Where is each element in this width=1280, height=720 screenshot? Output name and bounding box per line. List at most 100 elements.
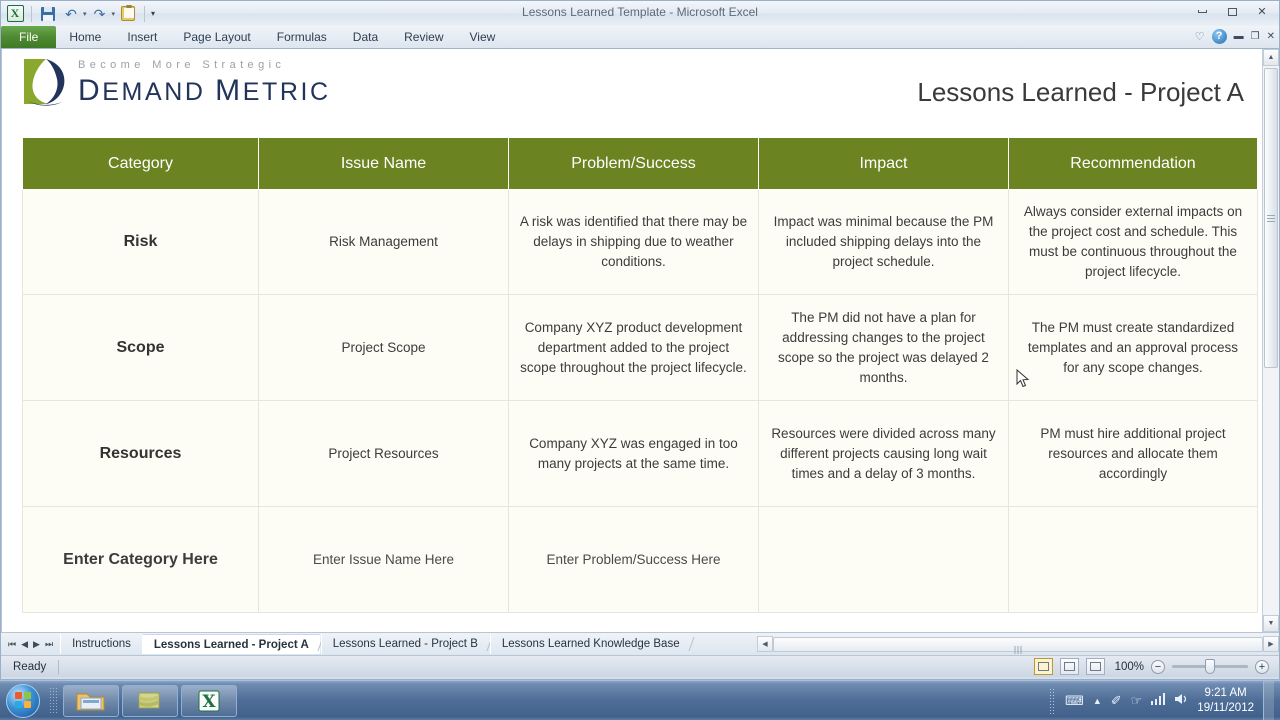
next-sheet-icon[interactable]: ▶	[33, 639, 40, 650]
cell-impact[interactable]	[758, 506, 1009, 613]
network-icon[interactable]	[1151, 693, 1166, 708]
logo-text: Become More Strategic DEMAND METRIC	[78, 59, 331, 108]
ribbon-tab-view[interactable]: View	[457, 26, 509, 48]
zoom-slider-handle[interactable]	[1205, 659, 1215, 674]
show-desktop-button[interactable]	[1263, 680, 1274, 720]
column-header-category[interactable]: Category	[22, 137, 259, 190]
notes-icon	[138, 692, 160, 708]
tray-divider	[1049, 687, 1057, 714]
zoom-out-button[interactable]: −	[1151, 659, 1165, 674]
clock-date: 19/11/2012	[1197, 701, 1254, 714]
chevron-up-icon: ▲	[1267, 54, 1275, 61]
action-center-icon[interactable]: ☞	[1131, 693, 1143, 709]
cell-problem-success[interactable]: Enter Problem/Success Here	[508, 506, 759, 613]
cell-recommendation[interactable]: Always consider external impacts on the …	[1008, 189, 1258, 295]
ribbon-tab-insert[interactable]: Insert	[114, 26, 170, 48]
view-normal-button[interactable]	[1034, 658, 1053, 675]
close-workbook-icon[interactable]: ✕	[1267, 31, 1275, 42]
help-icon[interactable]: ?	[1211, 29, 1227, 44]
page-break-icon	[1090, 662, 1101, 671]
cell-category[interactable]: Scope	[22, 294, 259, 401]
restore-icon	[1227, 7, 1237, 16]
sheet-tab-knowledge-base[interactable]: Lessons Learned Knowledge Base	[489, 634, 691, 654]
system-tray: ⌨ ▲ ✐ ☞ 9:21 AM 19/11/2012	[1049, 680, 1280, 720]
view-page-break-button[interactable]	[1086, 658, 1105, 675]
vertical-scrollbar[interactable]: ▲ ▼	[1262, 49, 1279, 632]
zoom-level[interactable]: 100%	[1112, 661, 1144, 673]
keyboard-icon[interactable]: ⌨	[1065, 693, 1084, 709]
normal-view-icon	[1038, 662, 1049, 671]
column-header-problem-success[interactable]: Problem/Success	[508, 137, 759, 190]
cell-impact[interactable]: Impact was minimal because the PM includ…	[758, 189, 1009, 295]
first-sheet-icon[interactable]: ⏮	[8, 639, 16, 650]
demand-metric-logo: Become More Strategic DEMAND METRIC	[22, 57, 331, 108]
view-page-layout-button[interactable]	[1060, 658, 1079, 675]
horizontal-scrollbar-thumb[interactable]	[773, 636, 1263, 654]
excel-window: X ↶ ▾ ↷ ▾ ▾ Lessons Learned Template - M…	[0, 0, 1280, 680]
scroll-up-button[interactable]: ▲	[1263, 49, 1279, 66]
ribbon-tab-data[interactable]: Data	[340, 26, 391, 48]
ribbon-tab-file[interactable]: File	[1, 26, 57, 48]
taskbar-item-sticky-notes[interactable]	[122, 684, 178, 717]
cell-problem-success[interactable]: A risk was identified that there may be …	[508, 189, 759, 295]
column-header-recommendation[interactable]: Recommendation	[1008, 137, 1258, 190]
zoom-slider[interactable]	[1172, 659, 1248, 674]
restore-button[interactable]	[1219, 3, 1245, 20]
sheet-tab-instructions[interactable]: Instructions	[60, 634, 142, 654]
worksheet-area[interactable]: Become More Strategic DEMAND METRIC Less…	[1, 49, 1279, 632]
cell-problem-success[interactable]: Company XYZ was engaged in too many proj…	[508, 400, 759, 507]
taskbar-clock[interactable]: 9:21 AM 19/11/2012	[1197, 686, 1254, 716]
ribbon-tab-home[interactable]: Home	[56, 26, 114, 48]
cell-recommendation[interactable]: PM must hire additional project resource…	[1008, 400, 1258, 507]
ribbon-tab-page-layout[interactable]: Page Layout	[170, 26, 263, 48]
minimize-icon	[1197, 10, 1207, 13]
title-bar: X ↶ ▾ ↷ ▾ ▾ Lessons Learned Template - M…	[1, 1, 1279, 26]
cell-recommendation[interactable]	[1008, 506, 1258, 613]
sheet-tab-project-b[interactable]: Lessons Learned - Project B	[320, 634, 489, 654]
minimize-button[interactable]	[1189, 3, 1215, 20]
logo-brand-emand: EMAND	[102, 78, 216, 106]
taskbar-apps: X	[63, 684, 237, 717]
last-sheet-icon[interactable]: ⏭	[45, 639, 53, 650]
zoom-in-button[interactable]: +	[1255, 659, 1269, 674]
cell-issue-name[interactable]: Project Resources	[258, 400, 509, 507]
show-hidden-icons-icon[interactable]: ▲	[1093, 696, 1102, 706]
cell-recommendation[interactable]: The PM must create standardized template…	[1008, 294, 1258, 401]
taskbar: X ⌨ ▲ ✐ ☞ 9:21 AM 19/11/2012	[0, 680, 1280, 720]
minimize-ribbon-icon[interactable]: ▬	[1234, 31, 1244, 42]
column-header-issue-name[interactable]: Issue Name	[258, 137, 509, 190]
sheet-tab-project-a[interactable]: Lessons Learned - Project A	[141, 634, 320, 654]
vertical-scrollbar-thumb[interactable]	[1264, 68, 1278, 368]
hscroll-left-button[interactable]: ◀	[757, 636, 773, 652]
cell-category[interactable]: Risk	[22, 189, 259, 295]
heart-icon[interactable]: ♡	[1195, 30, 1205, 43]
worksheet-canvas: Become More Strategic DEMAND METRIC Less…	[2, 49, 1262, 632]
column-header-impact[interactable]: Impact	[758, 137, 1009, 190]
ribbon-tab-review[interactable]: Review	[391, 26, 456, 48]
taskbar-item-windows-explorer[interactable]	[63, 684, 119, 717]
cell-issue-name[interactable]: Project Scope	[258, 294, 509, 401]
taskbar-item-microsoft-excel[interactable]: X	[181, 684, 237, 717]
pin-icon[interactable]: ✐	[1111, 693, 1122, 709]
table-header-row: Category Issue Name Problem/Success Impa…	[22, 137, 1258, 190]
tab-hscroll-group: ◀ ▶	[757, 636, 1279, 654]
cell-problem-success[interactable]: Company XYZ product development departme…	[508, 294, 759, 401]
table-row: Scope Project Scope Company XYZ product …	[22, 294, 1258, 401]
horizontal-scrollbar[interactable]	[773, 636, 1263, 654]
prev-sheet-icon[interactable]: ◀	[21, 639, 28, 650]
scroll-down-button[interactable]: ▼	[1263, 615, 1279, 632]
close-button[interactable]: ✕	[1249, 3, 1275, 20]
logo-swoosh-icon	[22, 57, 68, 107]
logo-brand-d: D	[78, 74, 103, 107]
restore-window-icon[interactable]: ❐	[1251, 31, 1260, 42]
cell-issue-name[interactable]: Risk Management	[258, 189, 509, 295]
cell-category[interactable]: Resources	[22, 400, 259, 507]
hscroll-right-button[interactable]: ▶	[1263, 636, 1279, 652]
cell-category[interactable]: Enter Category Here	[22, 506, 259, 613]
volume-icon[interactable]	[1174, 693, 1188, 708]
cell-issue-name[interactable]: Enter Issue Name Here	[258, 506, 509, 613]
cell-impact[interactable]: The PM did not have a plan for addressin…	[758, 294, 1009, 401]
ribbon-tab-formulas[interactable]: Formulas	[264, 26, 340, 48]
cell-impact[interactable]: Resources were divided across many diffe…	[758, 400, 1009, 507]
start-button[interactable]	[6, 683, 40, 718]
